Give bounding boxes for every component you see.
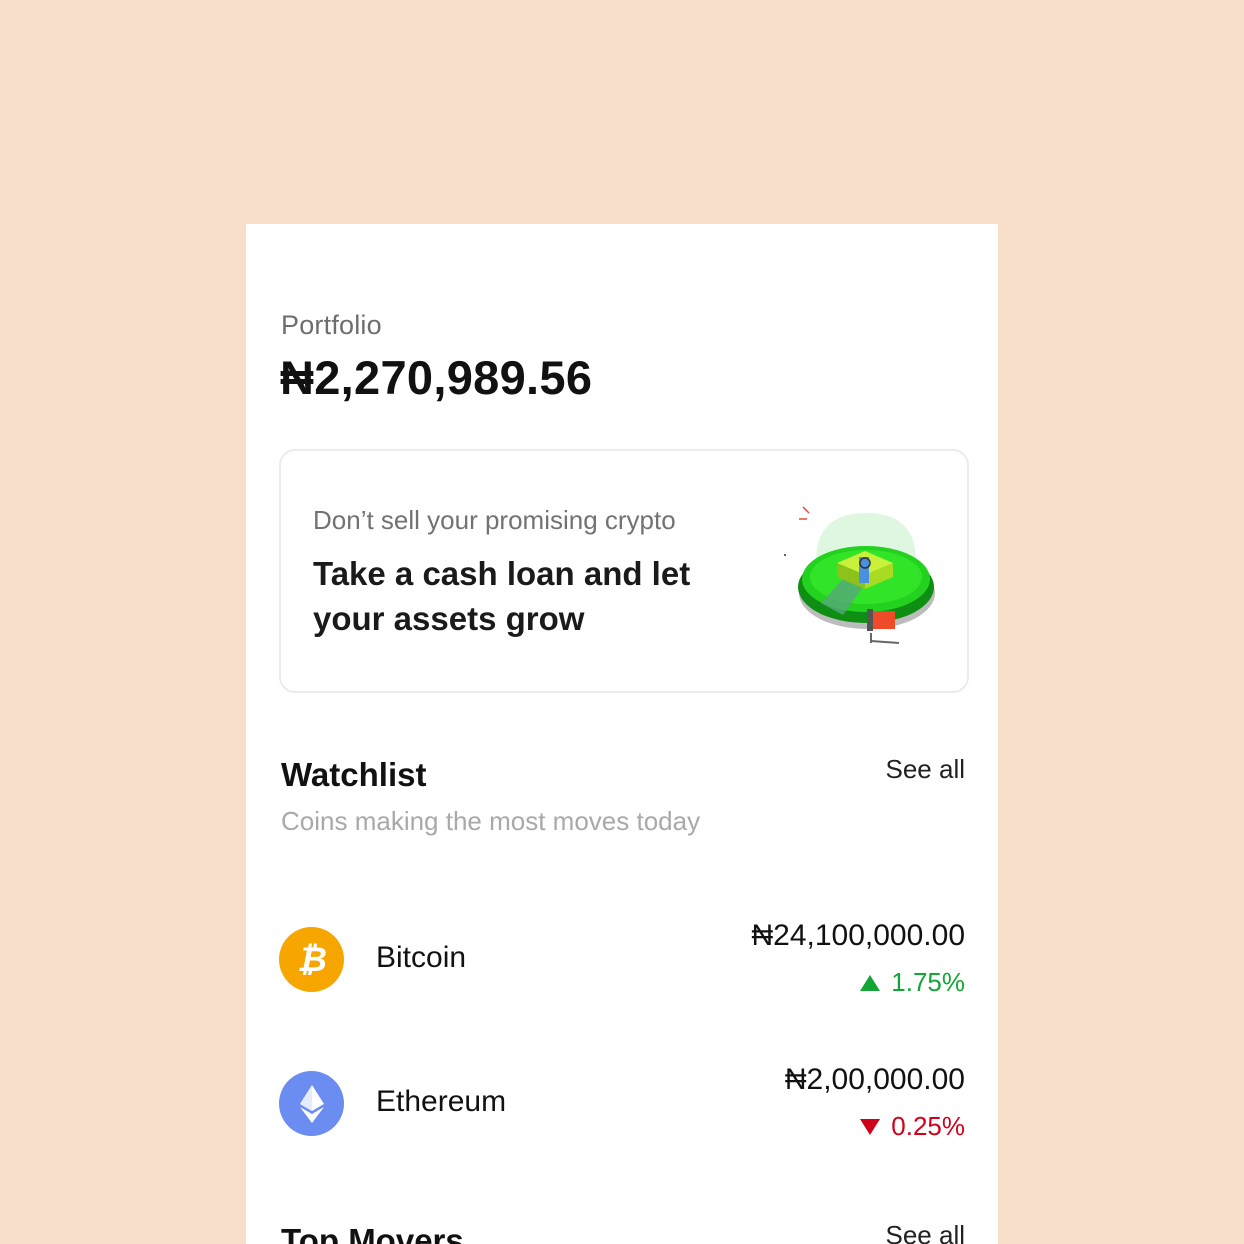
watchlist-item-bitcoin[interactable]: ₿ Bitcoin ₦24,100,000.00 1.75% [279,919,965,1009]
coin-change-value: 0.25% [891,1111,965,1141]
watchlist-see-all-link[interactable]: See all [886,754,966,785]
coin-change-value: 1.75% [891,967,965,997]
portfolio-balance: ₦2,270,989.56 [280,351,593,404]
coin-price: ₦2,00,000.00 [784,1063,965,1096]
top-movers-title: Top Movers [281,1222,464,1244]
cash-loan-illustration [781,491,951,651]
coin-change: 1.75% [859,967,965,998]
bitcoin-icon: ₿ [279,927,344,992]
loan-promo-card[interactable]: Don’t sell your promising crypto Take a … [279,449,969,693]
app-screen: Portfolio ₦2,270,989.56 Don’t sell your … [246,224,998,1244]
watchlist-item-ethereum[interactable]: Ethereum ₦2,00,000.00 0.25% [279,1063,965,1153]
top-movers-see-all-link[interactable]: See all [886,1220,966,1244]
portfolio-label: Portfolio [281,310,382,340]
watchlist-title: Watchlist [281,756,427,793]
promo-subtitle: Don’t sell your promising crypto [313,505,676,535]
coin-change: 0.25% [859,1111,965,1142]
coin-name: Ethereum [376,1085,507,1118]
ethereum-icon [279,1071,344,1136]
coin-name: Bitcoin [376,941,467,974]
arrow-up-icon [860,974,881,991]
watchlist-subtitle: Coins making the most moves today [281,806,701,836]
promo-title: Take a cash loan and let your assets gro… [313,555,691,637]
svg-text:₿: ₿ [297,941,327,979]
coin-price: ₦24,100,000.00 [751,919,965,952]
arrow-down-icon [860,1118,881,1135]
